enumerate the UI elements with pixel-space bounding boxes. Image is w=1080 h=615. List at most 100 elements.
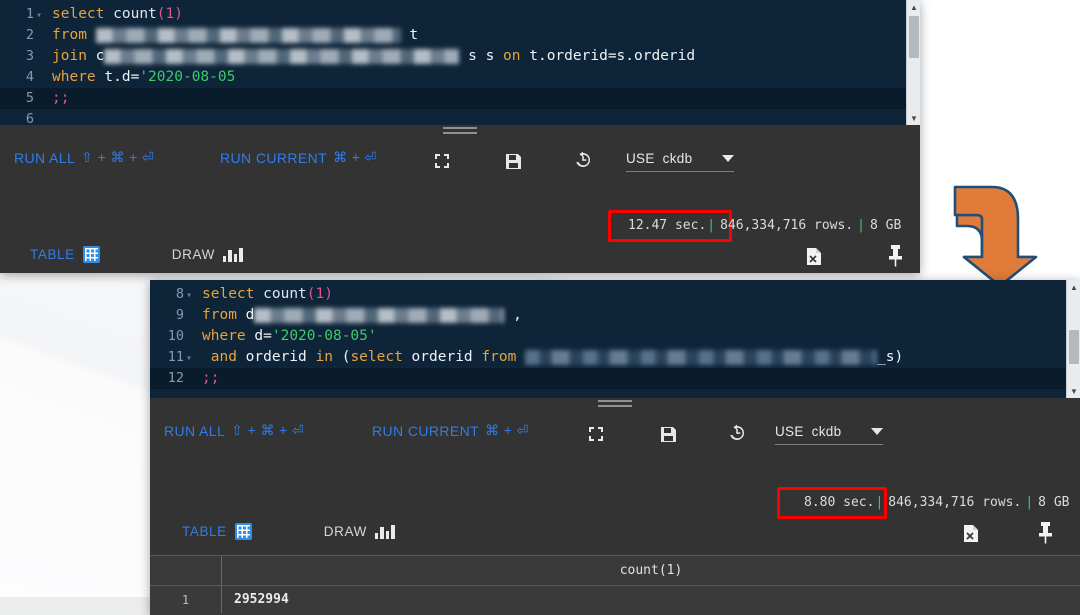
fullscreen-icon[interactable] bbox=[586, 424, 606, 444]
code-line[interactable]: 2 from t bbox=[0, 25, 906, 46]
export-file-icon[interactable] bbox=[803, 245, 825, 267]
code-token: count bbox=[263, 286, 307, 302]
code-text: from t bbox=[52, 25, 418, 46]
run-all-button[interactable]: RUN ALL ⇧ + ⌘ + ⏎ bbox=[164, 422, 304, 439]
run-current-label: RUN CURRENT bbox=[372, 422, 480, 439]
code-text: select count(1) bbox=[202, 284, 333, 305]
use-value: ckdb bbox=[662, 151, 693, 166]
table-row[interactable]: 1 2952994 bbox=[150, 586, 1080, 613]
code-lines-top[interactable]: 1 ▾ select count(1) 2 from t 3 join c s s on t… bbox=[0, 0, 906, 125]
code-line[interactable]: 1 ▾ select count(1) bbox=[0, 4, 906, 25]
editor-toolbar-bottom: RUN ALL ⇧ + ⌘ + ⏎ RUN CURRENT ⌘ + ⏎ USE … bbox=[150, 410, 1080, 470]
tab-draw-label: DRAW bbox=[323, 524, 367, 539]
code-token: ) bbox=[324, 286, 333, 302]
run-current-button[interactable]: RUN CURRENT ⌘ + ⏎ bbox=[220, 149, 377, 166]
pin-glyph bbox=[888, 245, 902, 267]
redacted-text bbox=[525, 349, 878, 365]
tab-table[interactable]: TABLE bbox=[30, 246, 100, 263]
scroll-down-arrow-icon[interactable]: ▼ bbox=[907, 111, 920, 125]
run-all-button[interactable]: RUN ALL ⇧ + ⌘ + ⏎ bbox=[14, 149, 154, 166]
tab-draw[interactable]: DRAW bbox=[172, 247, 243, 262]
panel-splitter-bottom[interactable] bbox=[150, 398, 1080, 410]
code-line[interactable]: 8 ▾ select count(1) bbox=[150, 284, 1066, 305]
screenshot-root: 1 ▾ select count(1) 2 from t 3 join c s s on t… bbox=[0, 0, 1080, 615]
tab-table[interactable]: TABLE bbox=[182, 523, 252, 540]
code-text: select count(1) bbox=[52, 4, 183, 25]
splitter-grip-icon[interactable] bbox=[598, 400, 632, 408]
chevron-down-icon[interactable] bbox=[871, 428, 884, 435]
code-line[interactable]: 12;; bbox=[150, 368, 1066, 389]
scroll-down-arrow-icon[interactable]: ▼ bbox=[1067, 384, 1080, 398]
fullscreen-glyph bbox=[589, 427, 603, 441]
code-token: in bbox=[315, 349, 333, 365]
save-icon[interactable] bbox=[503, 151, 523, 171]
curved-down-arrow-icon bbox=[953, 185, 1038, 288]
fold-toggle-icon[interactable]: ▾ bbox=[36, 5, 42, 26]
pin-icon[interactable] bbox=[884, 244, 906, 268]
pin-icon[interactable] bbox=[1034, 521, 1056, 545]
result-header-column: count(1) bbox=[619, 563, 683, 578]
code-token: ( bbox=[156, 6, 166, 22]
fold-toggle-icon[interactable]: ▾ bbox=[186, 348, 192, 369]
code-line[interactable]: 3 join c s s on t.orderid=s.orderid bbox=[0, 46, 906, 67]
sql-editor-bottom[interactable]: 8 ▾ select count(1) 9 from d , 10 where d='202… bbox=[150, 280, 1080, 398]
code-line[interactable]: 9 from d , bbox=[150, 305, 1066, 326]
line-number: 8 bbox=[175, 286, 184, 302]
run-current-label: RUN CURRENT bbox=[220, 149, 328, 166]
query-stats-bottom: 8.80 sec. | 846,334,716 rows. | 8 GB bbox=[804, 495, 1069, 510]
editor-scrollbar-bottom[interactable]: ▲ ▼ bbox=[1066, 280, 1080, 398]
fold-toggle-icon[interactable]: ▾ bbox=[186, 285, 192, 306]
code-token: 1 bbox=[315, 286, 325, 302]
tab-draw[interactable]: DRAW bbox=[324, 524, 395, 539]
code-text: join c s s on t.orderid=s.orderid bbox=[52, 46, 695, 67]
panel-splitter-top[interactable] bbox=[0, 125, 920, 137]
history-icon[interactable] bbox=[573, 150, 593, 170]
code-line[interactable]: 5;; bbox=[0, 88, 906, 109]
editor-scrollbar-top[interactable]: ▲ ▼ bbox=[906, 0, 920, 125]
run-all-label: RUN ALL bbox=[14, 149, 76, 166]
code-token: select bbox=[350, 349, 403, 365]
redacted-text bbox=[95, 27, 401, 43]
line-number: 4 bbox=[25, 69, 34, 85]
export-file-icon[interactable] bbox=[960, 522, 982, 544]
code-token: from bbox=[52, 27, 87, 43]
code-line[interactable]: 11 ▾ and orderid in (select orderid from … bbox=[150, 347, 1066, 368]
code-token: t bbox=[400, 27, 419, 43]
scroll-up-arrow-icon[interactable]: ▲ bbox=[1067, 280, 1080, 294]
run-all-shortcut: ⇧ + ⌘ + ⏎ bbox=[231, 422, 305, 438]
run-all-shortcut: ⇧ + ⌘ + ⏎ bbox=[81, 149, 155, 165]
code-token: ;; bbox=[52, 90, 70, 106]
use-value: ckdb bbox=[811, 424, 842, 439]
export-file-glyph bbox=[807, 247, 821, 265]
code-token: t.d= bbox=[95, 69, 140, 85]
scroll-up-arrow-icon[interactable]: ▲ bbox=[907, 0, 920, 14]
run-current-shortcut: ⌘ + ⏎ bbox=[333, 149, 377, 165]
code-line[interactable]: 10 where d='2020-08-05' bbox=[150, 326, 1066, 347]
sql-editor-top[interactable]: 1 ▾ select count(1) 2 from t 3 join c s s on t… bbox=[0, 0, 920, 125]
code-lines-bottom[interactable]: 8 ▾ select count(1) 9 from d , 10 where d='202… bbox=[150, 280, 1066, 398]
database-selector[interactable]: USE ckdb bbox=[626, 151, 735, 172]
database-selector[interactable]: USE ckdb bbox=[775, 424, 884, 445]
history-icon[interactable] bbox=[727, 423, 747, 443]
code-token: select bbox=[202, 286, 255, 302]
code-line[interactable]: 4 where t.d='2020-08-05 bbox=[0, 67, 906, 88]
scrollbar-thumb[interactable] bbox=[1069, 330, 1079, 364]
chevron-down-icon[interactable] bbox=[722, 155, 735, 162]
result-table-bottom: count(1) 1 2952994 bbox=[150, 555, 1080, 615]
code-text: from d , bbox=[202, 305, 522, 326]
splitter-grip-icon[interactable] bbox=[443, 127, 477, 135]
line-number: 9 bbox=[175, 307, 184, 323]
data-size: 8 GB bbox=[1038, 495, 1070, 510]
code-token: ) bbox=[174, 6, 183, 22]
bar-chart-icon bbox=[222, 247, 243, 262]
code-token: , bbox=[504, 307, 522, 323]
scrollbar-thumb[interactable] bbox=[909, 16, 919, 58]
code-line[interactable]: 6 bbox=[0, 109, 906, 125]
editor-toolbar-top: RUN ALL ⇧ + ⌘ + ⏎ RUN CURRENT ⌘ + ⏎ USE … bbox=[0, 137, 920, 197]
save-icon[interactable] bbox=[658, 424, 678, 444]
code-token: d bbox=[236, 307, 255, 323]
line-number: 10 bbox=[167, 328, 184, 344]
run-current-button[interactable]: RUN CURRENT ⌘ + ⏎ bbox=[372, 422, 529, 439]
fullscreen-icon[interactable] bbox=[432, 151, 452, 171]
